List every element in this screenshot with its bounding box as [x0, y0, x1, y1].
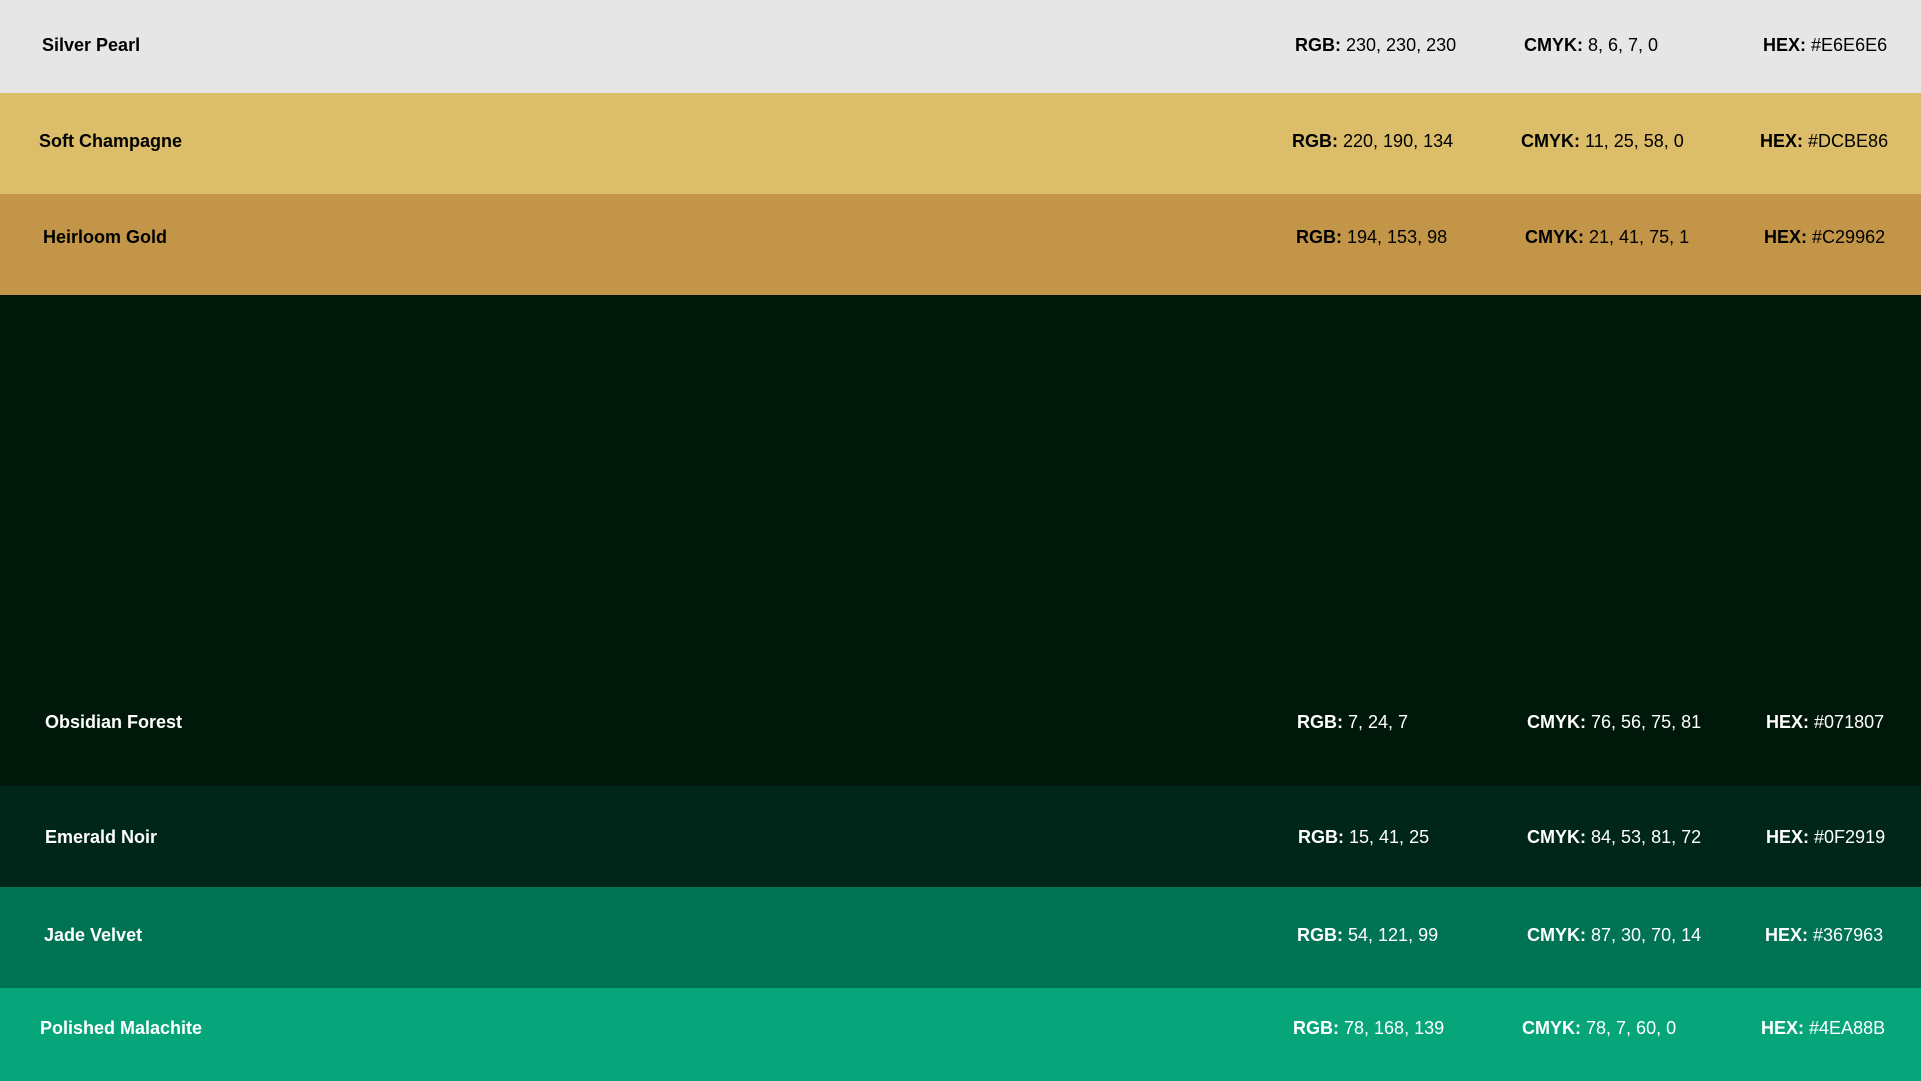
swatch-rgb: RGB: 194, 153, 98	[1296, 226, 1447, 248]
cmyk-value: 84, 53, 81, 72	[1591, 827, 1702, 847]
rgb-label: RGB:	[1295, 35, 1341, 55]
hex-label: HEX:	[1765, 925, 1809, 945]
swatch-rgb: RGB: 15, 41, 25	[1298, 826, 1429, 848]
swatch-rgb: RGB: 230, 230, 230	[1295, 34, 1456, 56]
swatch-soft-champagne: Soft Champagne RGB: 220, 190, 134 CMYK: …	[0, 93, 1921, 194]
rgb-value: 15, 41, 25	[1349, 827, 1430, 847]
swatch-name: Heirloom Gold	[43, 227, 168, 247]
swatch-cmyk: CMYK: 78, 7, 60, 0	[1522, 1017, 1676, 1039]
swatch-polished-malachite: Polished Malachite RGB: 78, 168, 139 CMY…	[0, 988, 1921, 1081]
rgb-label: RGB:	[1293, 1018, 1339, 1038]
swatch-hex: HEX: #367963	[1765, 924, 1883, 946]
hex-label: HEX:	[1764, 227, 1808, 247]
rgb-label: RGB:	[1297, 712, 1343, 732]
rgb-label: RGB:	[1298, 827, 1344, 847]
cmyk-label: CMYK:	[1527, 925, 1586, 945]
color-palette: Silver Pearl RGB: 230, 230, 230 CMYK: 8,…	[0, 0, 1921, 1081]
hex-value: #DCBE86	[1808, 131, 1889, 151]
swatch-hex: HEX: #DCBE86	[1760, 130, 1888, 152]
swatch-name: Silver Pearl	[42, 35, 141, 55]
swatch-hex: HEX: #E6E6E6	[1763, 34, 1887, 56]
cmyk-value: 78, 7, 60, 0	[1586, 1018, 1677, 1038]
cmyk-value: 8, 6, 7, 0	[1588, 35, 1659, 55]
swatch-silver-pearl: Silver Pearl RGB: 230, 230, 230 CMYK: 8,…	[0, 0, 1921, 93]
swatch-rgb: RGB: 54, 121, 99	[1297, 924, 1438, 946]
cmyk-label: CMYK:	[1521, 131, 1580, 151]
hex-value: #367963	[1813, 925, 1884, 945]
rgb-value: 54, 121, 99	[1348, 925, 1439, 945]
rgb-label: RGB:	[1292, 131, 1338, 151]
swatch-cmyk: CMYK: 84, 53, 81, 72	[1527, 826, 1701, 848]
hex-label: HEX:	[1766, 712, 1810, 732]
swatch-rgb: RGB: 78, 168, 139	[1293, 1017, 1444, 1039]
hex-label: HEX:	[1763, 35, 1807, 55]
cmyk-label: CMYK:	[1527, 712, 1586, 732]
rgb-value: 7, 24, 7	[1348, 712, 1409, 732]
hex-value: #E6E6E6	[1811, 35, 1888, 55]
cmyk-value: 21, 41, 75, 1	[1589, 227, 1690, 247]
rgb-value: 194, 153, 98	[1347, 227, 1448, 247]
swatch-cmyk: CMYK: 21, 41, 75, 1	[1525, 226, 1689, 248]
cmyk-value: 87, 30, 70, 14	[1591, 925, 1702, 945]
cmyk-label: CMYK:	[1524, 35, 1583, 55]
rgb-value: 220, 190, 134	[1343, 131, 1454, 151]
rgb-value: 78, 168, 139	[1344, 1018, 1445, 1038]
swatch-name: Emerald Noir	[45, 827, 158, 847]
hex-value: #4EA88B	[1809, 1018, 1886, 1038]
hex-value: #C29962	[1812, 227, 1886, 247]
swatch-emerald-noir: Emerald Noir RGB: 15, 41, 25 CMYK: 84, 5…	[0, 786, 1921, 887]
cmyk-value: 76, 56, 75, 81	[1591, 712, 1702, 732]
swatch-jade-velvet: Jade Velvet RGB: 54, 121, 99 CMYK: 87, 3…	[0, 887, 1921, 988]
swatch-hex: HEX: #071807	[1766, 711, 1884, 733]
swatch-cmyk: CMYK: 76, 56, 75, 81	[1527, 711, 1701, 733]
rgb-label: RGB:	[1296, 227, 1342, 247]
hex-value: #071807	[1814, 712, 1885, 732]
swatch-rgb: RGB: 220, 190, 134	[1292, 130, 1453, 152]
cmyk-label: CMYK:	[1522, 1018, 1581, 1038]
cmyk-label: CMYK:	[1527, 827, 1586, 847]
swatch-name: Jade Velvet	[44, 925, 143, 945]
cmyk-label: CMYK:	[1525, 227, 1584, 247]
swatch-obsidian-forest: Obsidian Forest RGB: 7, 24, 7 CMYK: 76, …	[0, 295, 1921, 786]
swatch-cmyk: CMYK: 87, 30, 70, 14	[1527, 924, 1701, 946]
hex-value: #0F2919	[1814, 827, 1886, 847]
swatch-hex: HEX: #0F2919	[1766, 826, 1885, 848]
swatch-name: Soft Champagne	[39, 131, 183, 151]
hex-label: HEX:	[1761, 1018, 1805, 1038]
swatch-name: Polished Malachite	[40, 1018, 203, 1038]
swatch-heirloom-gold: Heirloom Gold RGB: 194, 153, 98 CMYK: 21…	[0, 194, 1921, 295]
hex-label: HEX:	[1766, 827, 1810, 847]
swatch-cmyk: CMYK: 8, 6, 7, 0	[1524, 34, 1658, 56]
swatch-hex: HEX: #C29962	[1764, 226, 1885, 248]
swatch-name: Obsidian Forest	[45, 712, 183, 732]
swatch-cmyk: CMYK: 11, 25, 58, 0	[1521, 130, 1684, 152]
rgb-label: RGB:	[1297, 925, 1343, 945]
swatch-hex: HEX: #4EA88B	[1761, 1017, 1885, 1039]
swatch-rgb: RGB: 7, 24, 7	[1297, 711, 1408, 733]
rgb-value: 230, 230, 230	[1346, 35, 1457, 55]
hex-label: HEX:	[1760, 131, 1804, 151]
cmyk-value: 11, 25, 58, 0	[1585, 131, 1684, 151]
